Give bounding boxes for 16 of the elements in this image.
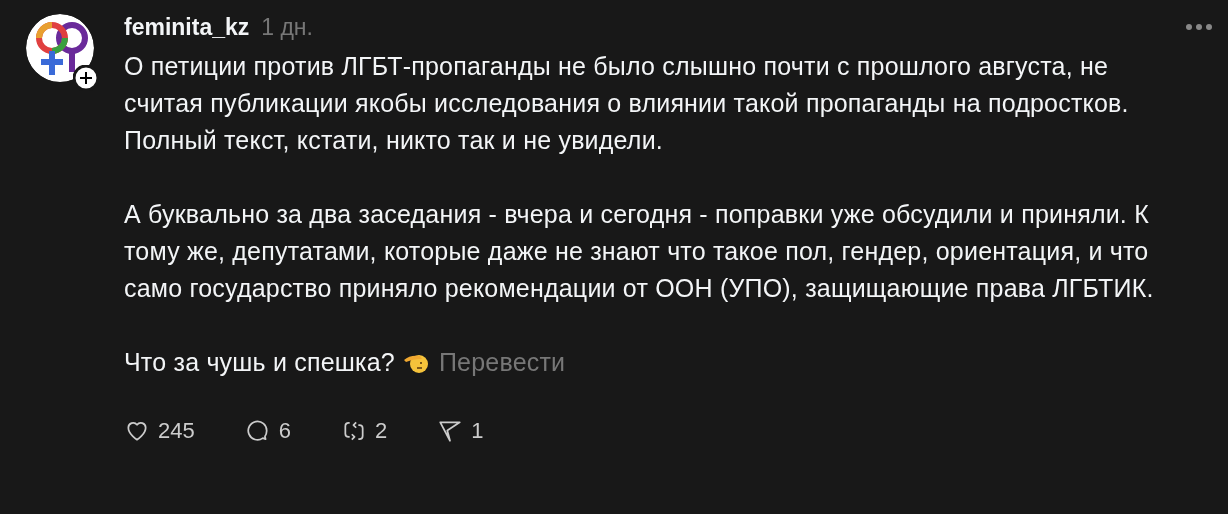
reply-button[interactable]: 6 (244, 418, 291, 444)
avatar[interactable] (26, 14, 94, 82)
follow-plus-icon[interactable] (73, 65, 99, 91)
post-text: Что за чушь и спешка? (124, 348, 395, 376)
post-text: О петиции против ЛГБТ-пропаганды не было слышно почти с прошлого августа, не считая публикации якобы исследования о влиянии такой пропаганды на подростков. Полный текст, кстати, никто так и не увидели. (124, 52, 1129, 154)
share-icon (437, 418, 464, 444)
repost-button[interactable]: 2 (340, 418, 388, 444)
like-button[interactable]: 245 (124, 418, 195, 444)
more-options-icon[interactable] (1186, 24, 1212, 30)
post-text: А буквально за два заседания - вчера и сегодня - поправки уже обсудили и приняли. К тому же, депутатами, которые даже не знают что такое пол, гендер, ориентация, и что само государство приняло рекомендации от ООН (УПО), защищающие права ЛГБТИК. (124, 200, 1154, 302)
share-button[interactable]: 1 (437, 418, 484, 444)
post-time: 1 дн. (261, 14, 313, 41)
reply-icon (244, 418, 271, 444)
username[interactable]: feminita_kz (124, 14, 250, 41)
saluting-face-icon (402, 352, 429, 374)
translate-link[interactable]: Перевести (438, 348, 566, 376)
